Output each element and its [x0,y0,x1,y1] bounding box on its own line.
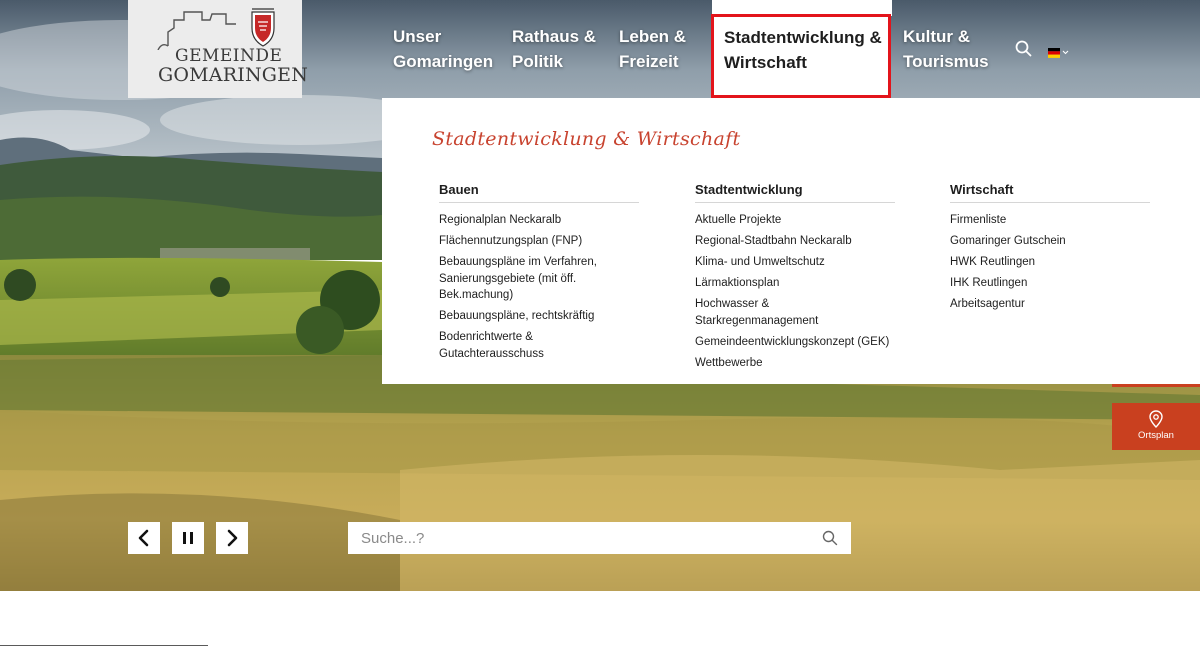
nav-label-line1: Kultur & [903,27,971,46]
language-switcher[interactable] [1048,44,1070,58]
divider [0,645,208,646]
nav-item-rathaus-politik[interactable]: Rathaus & Politik [512,24,596,74]
menu-column-wirtschaft: Wirtschaft Firmenliste Gomaringer Gutsch… [950,182,1150,317]
menu-link[interactable]: Gomaringer Gutschein [950,233,1150,250]
menu-link[interactable]: Regional-Stadtbahn Neckaralb [695,233,895,250]
nav-label-line1: Rathaus & [512,27,597,46]
search-icon[interactable] [822,530,838,546]
ortsplan-strip [1112,384,1200,387]
hero-search-box [348,522,851,554]
logo-text-line2: GOMARINGEN [158,64,309,86]
nav-label-line1: Stadtentwicklung & [724,28,882,47]
chevron-down-icon [1062,50,1069,55]
menu-link[interactable]: Firmenliste [950,212,1150,229]
search-input[interactable] [348,522,808,554]
menu-column-stadtentwicklung: Stadtentwicklung Aktuelle Projekte Regio… [695,182,895,376]
nav-label-line2: Wirtschaft [724,53,807,72]
nav-label-line2: Gomaringen [393,52,494,71]
slider-pause-button[interactable] [172,522,204,554]
nav-item-stadtentwicklung-wirtschaft[interactable]: Stadtentwicklung & Wirtschaft [711,14,891,98]
menu-column-bauen: Bauen Regionalplan Neckaralb Flächennutz… [439,182,639,367]
menu-link[interactable]: Flächennutzungsplan (FNP) [439,233,639,250]
slider-next-button[interactable] [216,522,248,554]
menu-column-heading[interactable]: Stadtentwicklung [695,182,895,203]
german-flag-icon [1048,48,1069,58]
mega-menu-title: Stadtentwicklung & Wirtschaft [432,128,741,150]
nav-label-line2: Politik [512,52,564,71]
page: GEMEINDE GOMARINGEN Unser Gomaringen Rat… [0,0,1200,647]
menu-link[interactable]: IHK Reutlingen [950,275,1150,292]
mega-menu: Stadtentwicklung & Wirtschaft Bauen Regi… [382,98,1200,384]
menu-link[interactable]: Bebauungspläne im Verfahren, Sanierungsg… [439,254,609,304]
menu-column-heading[interactable]: Wirtschaft [950,182,1150,203]
nav-label-line1: Unser [393,27,442,46]
castle-icon [157,8,275,50]
map-pin-icon [1149,410,1163,428]
menu-link[interactable]: Klima- und Umweltschutz [695,254,895,271]
pause-icon [183,532,193,544]
header-search-button[interactable] [1014,39,1034,59]
nav-label-line2: Tourismus [903,52,989,71]
menu-link[interactable]: Regionalplan Neckaralb [439,212,639,229]
menu-link[interactable]: Bebauungspläne, rechtskräftig [439,308,639,325]
nav-label-line2: Freizeit [619,52,679,71]
nav-label-line1: Leben & [619,27,687,46]
chevron-right-icon [227,529,238,547]
ortsplan-label: Ortsplan [1138,430,1174,441]
menu-link[interactable]: Hochwasser & Starkregenmanagement [695,296,895,329]
menu-link[interactable]: Wettbewerbe [695,355,895,372]
chevron-left-icon [138,529,149,547]
nav-item-leben-freizeit[interactable]: Leben & Freizeit [619,24,686,74]
search-icon [1015,40,1032,57]
logo-text-line1: GEMEINDE [175,46,283,66]
menu-link[interactable]: HWK Reutlingen [950,254,1150,271]
ortsplan-button[interactable]: Ortsplan [1112,403,1200,450]
municipality-logo[interactable]: GEMEINDE GOMARINGEN [128,0,308,98]
menu-link[interactable]: Bodenrichtwerte & Gutachterausschuss [439,329,639,362]
menu-link[interactable]: Gemeindeentwicklungskonzept (GEK) [695,334,895,351]
menu-link[interactable]: Arbeitsagentur [950,296,1150,313]
nav-item-kultur-tourismus[interactable]: Kultur & Tourismus [903,24,989,74]
nav-item-unser-gomaringen[interactable]: Unser Gomaringen [393,24,493,74]
menu-column-heading[interactable]: Bauen [439,182,639,203]
menu-link[interactable]: Lärmaktionsplan [695,275,895,292]
slider-prev-button[interactable] [128,522,160,554]
menu-link[interactable]: Aktuelle Projekte [695,212,895,229]
